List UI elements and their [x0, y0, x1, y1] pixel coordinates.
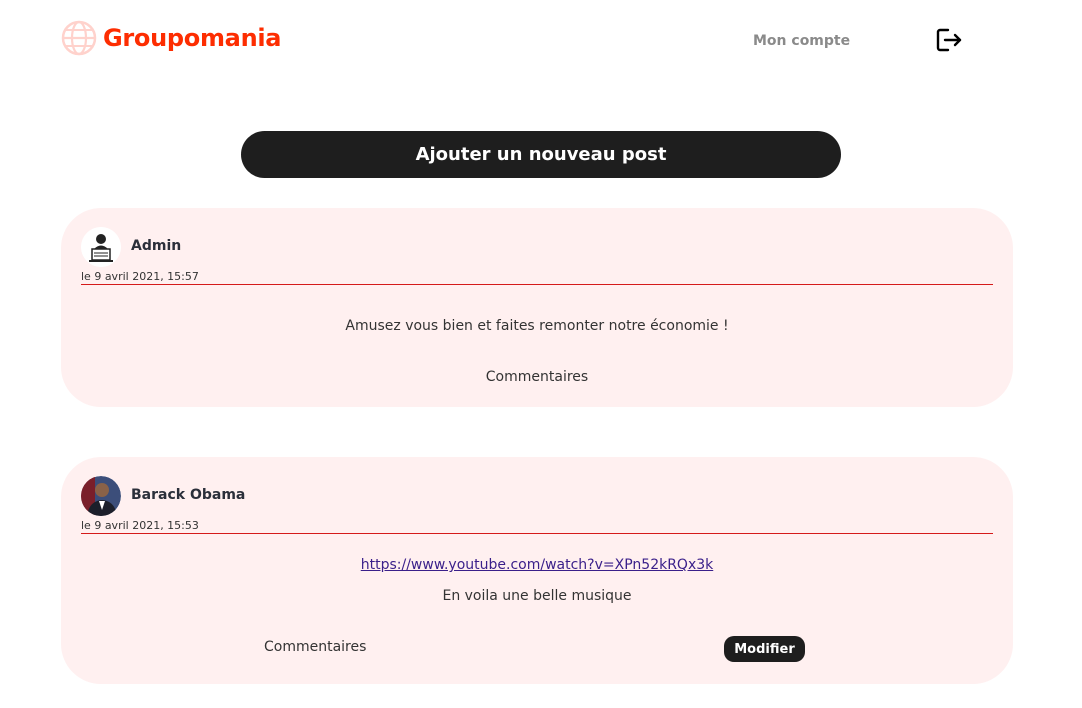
- admin-avatar-icon: [81, 227, 121, 267]
- add-post-button[interactable]: Ajouter un nouveau post: [241, 131, 841, 178]
- edit-post-button[interactable]: Modifier: [724, 636, 805, 662]
- post-card: Barack Obama le 9 avril 2021, 15:53 http…: [61, 457, 1013, 684]
- post-date: le 9 avril 2021, 15:53: [81, 519, 199, 532]
- post-divider: [81, 284, 993, 285]
- post-video-link[interactable]: https://www.youtube.com/watch?v=XPn52kRQ…: [61, 557, 1013, 573]
- post-date: le 9 avril 2021, 15:57: [81, 270, 199, 283]
- globe-icon: [61, 20, 97, 56]
- brand-logo[interactable]: Groupomania: [61, 20, 282, 56]
- avatar: [81, 227, 121, 267]
- user-avatar-icon: [81, 476, 121, 516]
- comments-link[interactable]: Commentaires: [61, 369, 1013, 385]
- top-header: Groupomania Mon compte: [0, 0, 1082, 80]
- post-author: Admin: [131, 238, 182, 254]
- logout-icon[interactable]: [935, 27, 963, 53]
- post-body: Amusez vous bien et faites remonter notr…: [345, 318, 729, 334]
- comments-link[interactable]: Commentaires: [264, 639, 366, 655]
- post-card: Admin le 9 avril 2021, 15:57 Amusez vous…: [61, 208, 1013, 407]
- post-divider: [81, 533, 993, 534]
- post-author: Barack Obama: [131, 487, 246, 503]
- brand-name: Groupomania: [103, 24, 282, 52]
- avatar: [81, 476, 121, 516]
- post-body: En voila une belle musique: [442, 588, 632, 604]
- account-link[interactable]: Mon compte: [753, 33, 850, 49]
